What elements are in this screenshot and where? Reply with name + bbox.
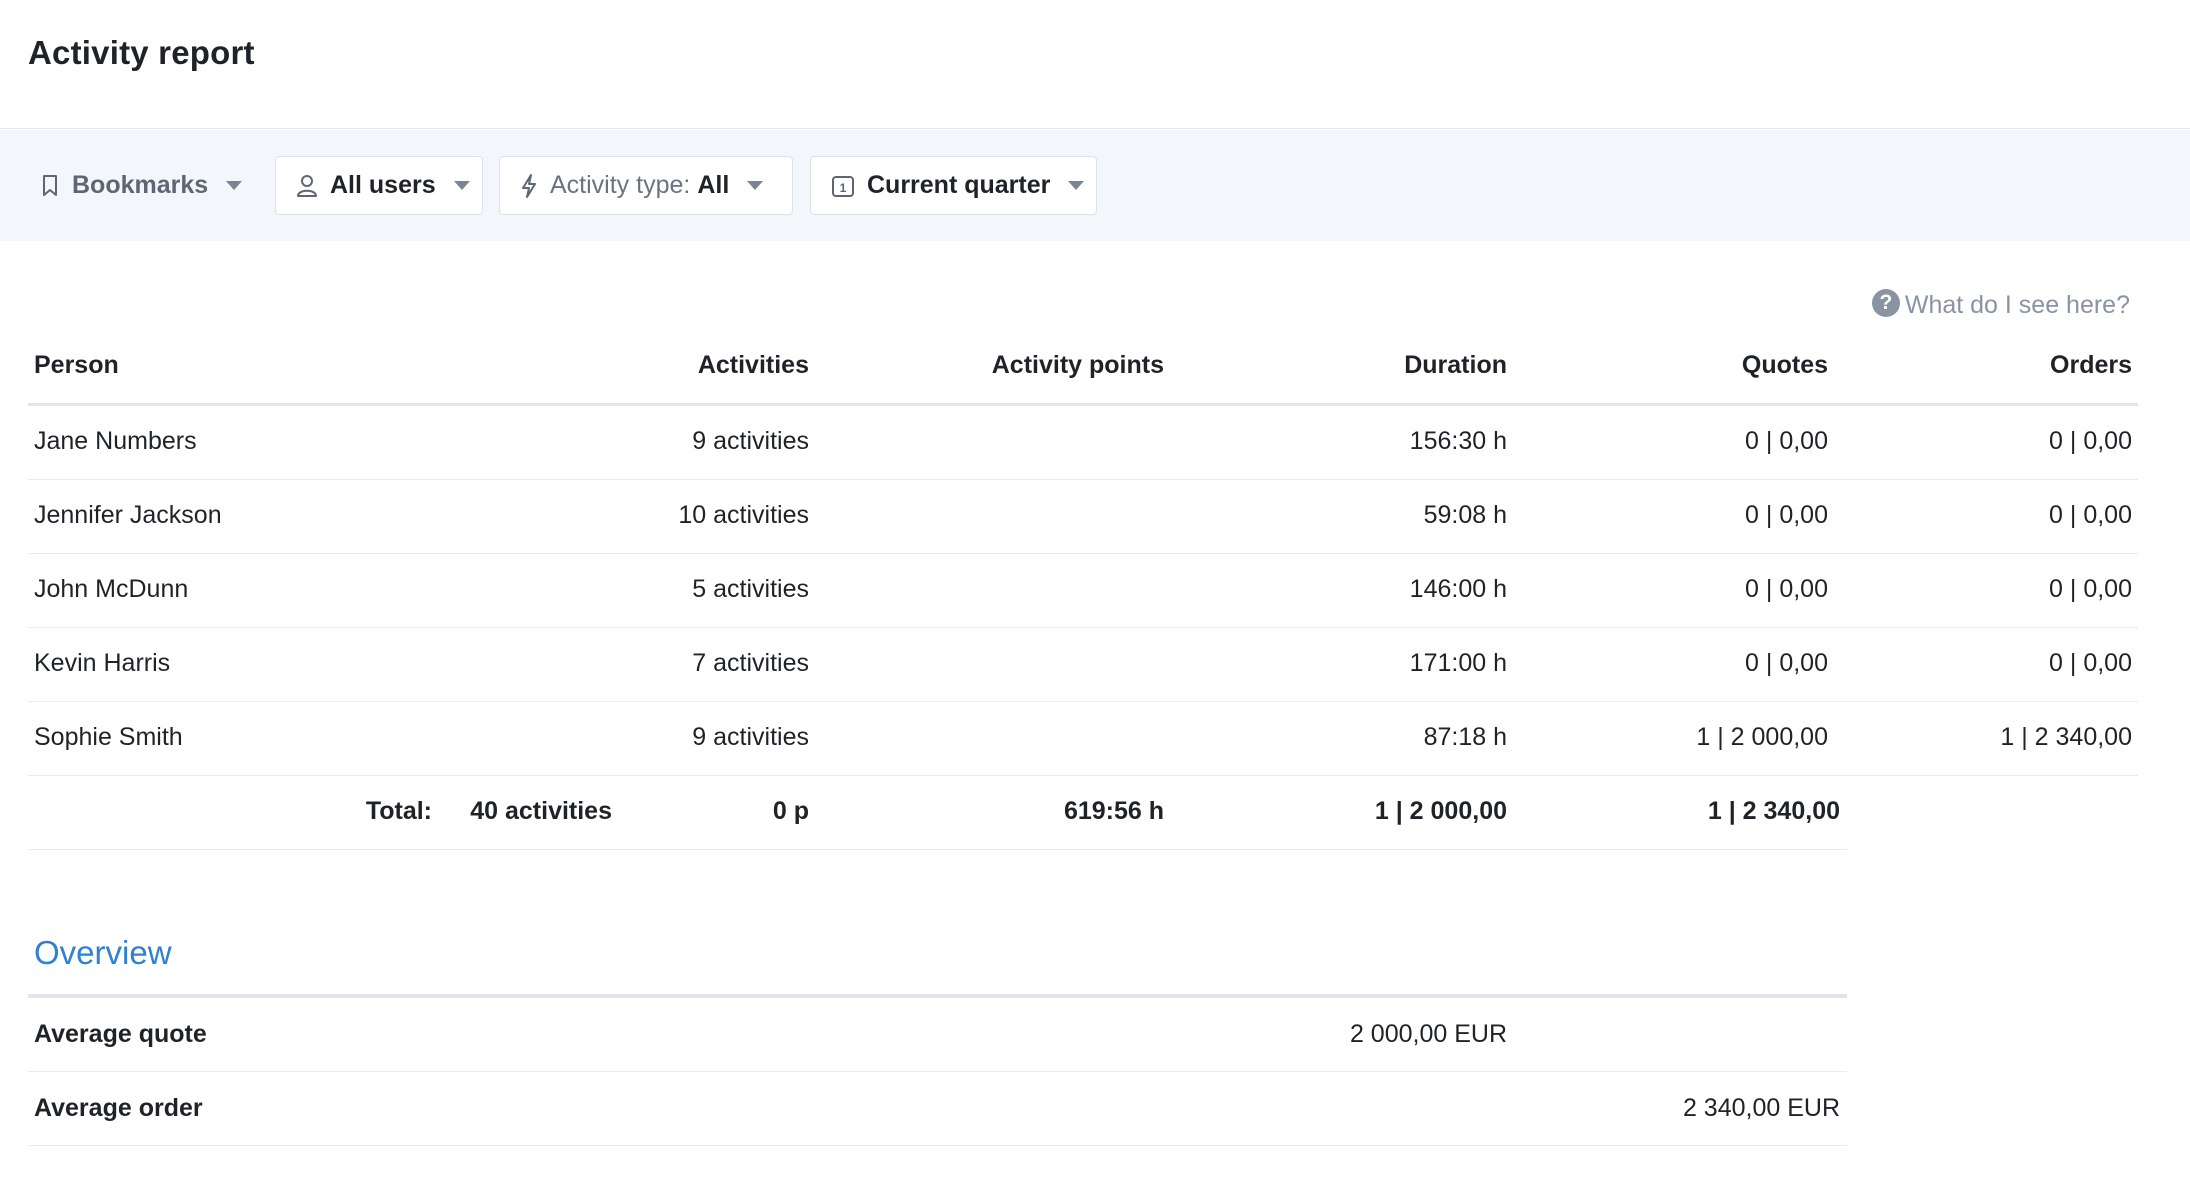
table-row-duration: 146:00 h (1409, 575, 1507, 603)
table-row-orders: 0 | 0,00 (2049, 501, 2132, 529)
row-divider (28, 1071, 1847, 1072)
bookmarks-label: Bookmarks (72, 171, 209, 199)
table-row-orders: 0 | 0,00 (2049, 575, 2132, 603)
row-divider (28, 479, 2138, 480)
column-header-activities[interactable]: Activities (698, 350, 809, 380)
total-points: 0 p (772, 797, 809, 825)
filter-bar: Bookmarks All users Activity type: All 1… (0, 130, 2190, 241)
table-row-duration: 171:00 h (1409, 649, 1507, 677)
table-row-duration: 156:30 h (1409, 427, 1507, 455)
average-quote-label: Average quote (34, 1020, 207, 1048)
activity-type-value: All (697, 171, 730, 199)
average-order-value: 2 340,00 EUR (1682, 1094, 1840, 1122)
overview-title: Overview (34, 934, 172, 971)
average-quote-value: 2 000,00 EUR (1349, 1020, 1507, 1048)
lightning-icon (520, 173, 538, 199)
column-header-person[interactable]: Person (34, 350, 119, 380)
overview-divider (28, 994, 1847, 998)
table-row-person: Jane Numbers (34, 427, 197, 455)
svg-text:1: 1 (840, 181, 847, 195)
table-row-orders: 0 | 0,00 (2049, 649, 2132, 677)
bookmark-icon (40, 174, 60, 198)
table-row-activities: 9 activities (692, 723, 809, 751)
table-row-person: Kevin Harris (34, 649, 171, 677)
table-row-quotes: 1 | 2 000,00 (1696, 723, 1828, 751)
row-divider (28, 849, 1847, 850)
total-label: Total: (365, 797, 432, 825)
period-dropdown[interactable]: 1 Current quarter (810, 156, 1097, 215)
column-header-quotes[interactable]: Quotes (1742, 350, 1828, 380)
table-row-quotes: 0 | 0,00 (1745, 501, 1828, 529)
row-divider (28, 701, 2138, 702)
row-divider (28, 775, 2138, 776)
users-filter-label: All users (330, 171, 436, 199)
table-row-orders: 0 | 0,00 (2049, 427, 2132, 455)
column-header-activity-points[interactable]: Activity points (992, 350, 1164, 380)
table-row-duration: 87:18 h (1423, 723, 1507, 751)
calendar-icon: 1 (831, 174, 855, 198)
table-row-quotes: 0 | 0,00 (1745, 649, 1828, 677)
total-activities: 40 activities (470, 797, 612, 825)
chevron-down-icon (1068, 181, 1085, 190)
help-link[interactable]: ? What do I see here? (1871, 288, 2130, 320)
total-orders: 1 | 2 340,00 (1707, 797, 1840, 825)
table-row-person: John McDunn (34, 575, 189, 603)
period-label: Current quarter (867, 171, 1051, 199)
chevron-down-icon (226, 181, 243, 190)
table-row-orders: 1 | 2 340,00 (2000, 723, 2132, 751)
user-icon (296, 174, 318, 198)
table-row-activities: 5 activities (692, 575, 809, 603)
table-row-duration: 59:08 h (1423, 501, 1507, 529)
average-order-label: Average order (34, 1094, 203, 1122)
table-row-quotes: 0 | 0,00 (1745, 575, 1828, 603)
table-row-person: Jennifer Jackson (34, 501, 222, 529)
row-divider (28, 627, 2138, 628)
activity-type-label: Activity type: (550, 171, 691, 199)
total-duration: 619:56 h (1063, 797, 1164, 825)
column-header-orders[interactable]: Orders (2050, 350, 2132, 380)
row-divider (28, 1145, 1847, 1146)
table-row-activities: 7 activities (692, 649, 809, 677)
row-divider (28, 553, 2138, 554)
table-row-activities: 10 activities (678, 501, 809, 529)
chevron-down-icon (453, 181, 470, 190)
table-row-quotes: 0 | 0,00 (1745, 427, 1828, 455)
header-divider (28, 403, 2138, 406)
table-row-person: Sophie Smith (34, 723, 183, 751)
chevron-down-icon (747, 181, 764, 190)
column-header-duration[interactable]: Duration (1404, 350, 1507, 380)
total-quotes: 1 | 2 000,00 (1374, 797, 1507, 825)
page-title: Activity report (28, 34, 255, 71)
help-text: What do I see here? (1904, 291, 2130, 319)
bookmarks-dropdown[interactable]: Bookmarks (40, 156, 243, 215)
help-icon: ? (1871, 288, 1900, 317)
users-filter-dropdown[interactable]: All users (275, 156, 483, 215)
title-bar: Activity report (0, 0, 2190, 129)
activity-type-dropdown[interactable]: Activity type: All (499, 156, 793, 215)
table-row-activities: 9 activities (692, 427, 809, 455)
